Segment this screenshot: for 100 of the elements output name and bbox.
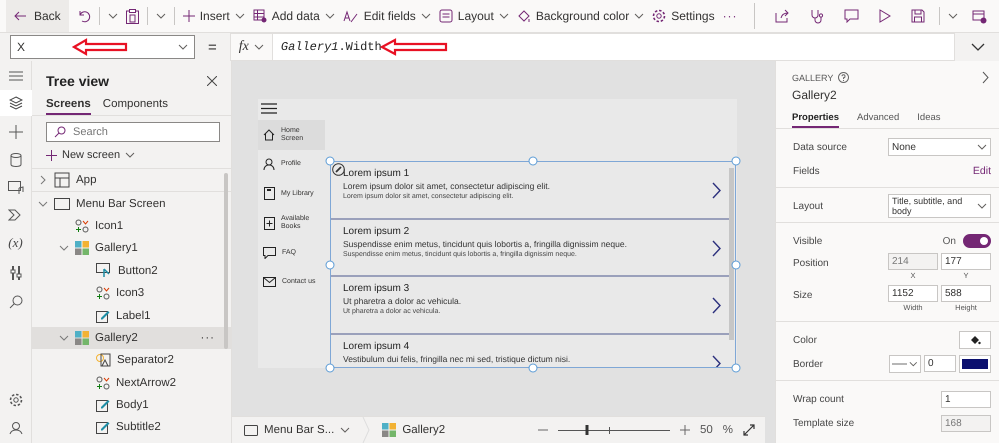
toolbar-command[interactable]: Settings <box>652 0 715 32</box>
border-thickness-field[interactable]: 0 <box>924 355 956 372</box>
toolbar-command[interactable]: Add data <box>252 0 335 32</box>
menu-icon[interactable] <box>8 71 22 81</box>
slider-thumb[interactable] <box>586 425 589 435</box>
tree-item[interactable]: Label1 <box>32 304 231 327</box>
media-icon[interactable] <box>8 181 24 195</box>
layout-dropdown[interactable]: Title, subtitle, and body <box>888 194 991 218</box>
chevron-right-icon[interactable] <box>712 240 721 256</box>
resize-handle[interactable] <box>326 156 334 166</box>
virtual-agent-icon[interactable] <box>8 421 22 435</box>
chevron-right-icon[interactable] <box>982 71 989 84</box>
screen-breadcrumb[interactable]: Menu Bar S... <box>244 424 350 436</box>
toolbar-command[interactable]: Layout <box>438 0 509 32</box>
settings-icon[interactable] <box>8 393 22 407</box>
resize-handle[interactable] <box>732 156 740 166</box>
toolbar-command[interactable]: Insert <box>182 0 245 32</box>
more-button[interactable]: ··· <box>722 0 738 32</box>
publish-icon[interactable] <box>972 8 987 24</box>
back-button[interactable]: Back <box>6 0 69 32</box>
tree-item[interactable]: Icon1 <box>32 214 231 238</box>
play-icon[interactable] <box>879 9 891 23</box>
share-icon[interactable] <box>775 9 790 23</box>
item-subtitle: Lorem ipsum dolor sit amet, consectetur adipiscing elit. <box>343 180 551 192</box>
equals-sign: = <box>208 38 217 56</box>
more-options[interactable]: ··· <box>200 332 215 344</box>
toolbar-command[interactable]: Edit fields <box>342 0 431 32</box>
chevron-right-icon[interactable] <box>712 297 721 314</box>
tab[interactable]: Advanced <box>857 112 900 128</box>
color-picker-button[interactable] <box>959 331 991 349</box>
paste-icon[interactable] <box>126 8 139 24</box>
tree-item[interactable]: Button2 <box>32 260 231 282</box>
tree-item[interactable]: App <box>32 169 231 192</box>
tree-item[interactable]: Gallery2 ··· <box>32 326 231 350</box>
tree-view-rail-button[interactable] <box>0 90 32 116</box>
new-screen-button[interactable]: New screen <box>46 146 217 164</box>
database-icon[interactable] <box>10 153 22 167</box>
zoom-in-icon[interactable] <box>680 425 690 435</box>
visible-toggle[interactable] <box>963 234 991 248</box>
function-button[interactable]: fx <box>230 34 273 60</box>
height-field[interactable]: 588 <box>941 285 991 302</box>
variables-icon[interactable]: (x) <box>8 235 23 251</box>
search-field[interactable]: Search <box>46 122 220 142</box>
width-field[interactable]: 1152 <box>888 285 938 302</box>
scrollbar[interactable] <box>224 173 228 349</box>
tree-item[interactable]: Menu Bar Screen <box>32 192 231 215</box>
control-breadcrumb[interactable]: Gallery2 <box>382 423 446 437</box>
plus-icon[interactable] <box>8 125 22 139</box>
gallery-item[interactable]: Lorem ipsum 4 Vestibulum dui felis, fringilla nec mi sed, tristique dictum nisi. <box>331 334 729 364</box>
wrap-count-field[interactable]: 1 <box>941 390 991 408</box>
fit-to-window-icon[interactable] <box>743 424 755 436</box>
tab[interactable]: Ideas <box>917 112 941 128</box>
close-icon[interactable] <box>207 76 217 86</box>
scrollbar[interactable] <box>729 168 734 340</box>
border-style-dropdown[interactable] <box>889 355 921 373</box>
tree-item[interactable]: NextArrow2 <box>32 372 231 394</box>
tab[interactable]: Screens <box>46 95 91 115</box>
chevron-right-icon[interactable] <box>712 182 721 199</box>
menu-icon[interactable] <box>261 103 277 114</box>
help-icon[interactable] <box>838 72 850 83</box>
tree-item[interactable]: Gallery1 <box>32 237 231 260</box>
resize-handle[interactable] <box>732 364 740 372</box>
resize-handle[interactable] <box>326 364 334 372</box>
tree-item[interactable]: Body1 <box>32 394 231 416</box>
edit-link[interactable]: Edit <box>972 165 991 177</box>
tools-icon[interactable] <box>10 265 22 281</box>
chevron-down-icon[interactable] <box>59 332 69 343</box>
tree-item-label: Label1 <box>116 310 151 322</box>
zoom-slider[interactable] <box>558 424 670 436</box>
mail-icon <box>263 277 276 288</box>
stethoscope-icon[interactable] <box>810 8 824 24</box>
y-field[interactable]: 177 <box>941 253 991 270</box>
property-dropdown[interactable]: X <box>10 35 195 59</box>
power-automate-icon[interactable] <box>8 209 23 221</box>
tab[interactable]: Properties <box>792 112 839 128</box>
button-icon <box>96 263 112 278</box>
resize-handle[interactable] <box>326 260 334 269</box>
gallery[interactable] <box>330 161 736 368</box>
border-color-button[interactable] <box>959 355 991 373</box>
comment-icon[interactable] <box>844 9 859 23</box>
chevron-down-icon[interactable] <box>59 243 69 254</box>
chevron-down-icon[interactable] <box>38 198 48 209</box>
tree-item[interactable]: Icon3 <box>32 282 231 304</box>
screen-icon <box>244 424 258 436</box>
tree-item[interactable]: Separator2 <box>32 349 231 372</box>
search-icon[interactable] <box>8 295 22 309</box>
item-title: Lorem ipsum 3 <box>343 282 410 295</box>
toolbar-command[interactable]: Background color <box>516 0 644 32</box>
resize-handle[interactable] <box>528 156 538 166</box>
undo-icon[interactable] <box>76 9 91 23</box>
data-source-dropdown[interactable]: None <box>888 138 991 156</box>
resize-handle[interactable] <box>528 364 538 372</box>
tab[interactable]: Components <box>102 95 168 115</box>
label-icon <box>96 398 110 412</box>
edit-icon[interactable] <box>332 163 345 176</box>
tree-item[interactable]: Subtitle2 <box>32 416 231 439</box>
save-icon[interactable] <box>911 9 925 23</box>
formula-text[interactable]: Gallery1.Width <box>272 34 382 60</box>
chevron-right-icon[interactable] <box>712 354 721 367</box>
expand-formula-icon[interactable] <box>971 43 985 51</box>
